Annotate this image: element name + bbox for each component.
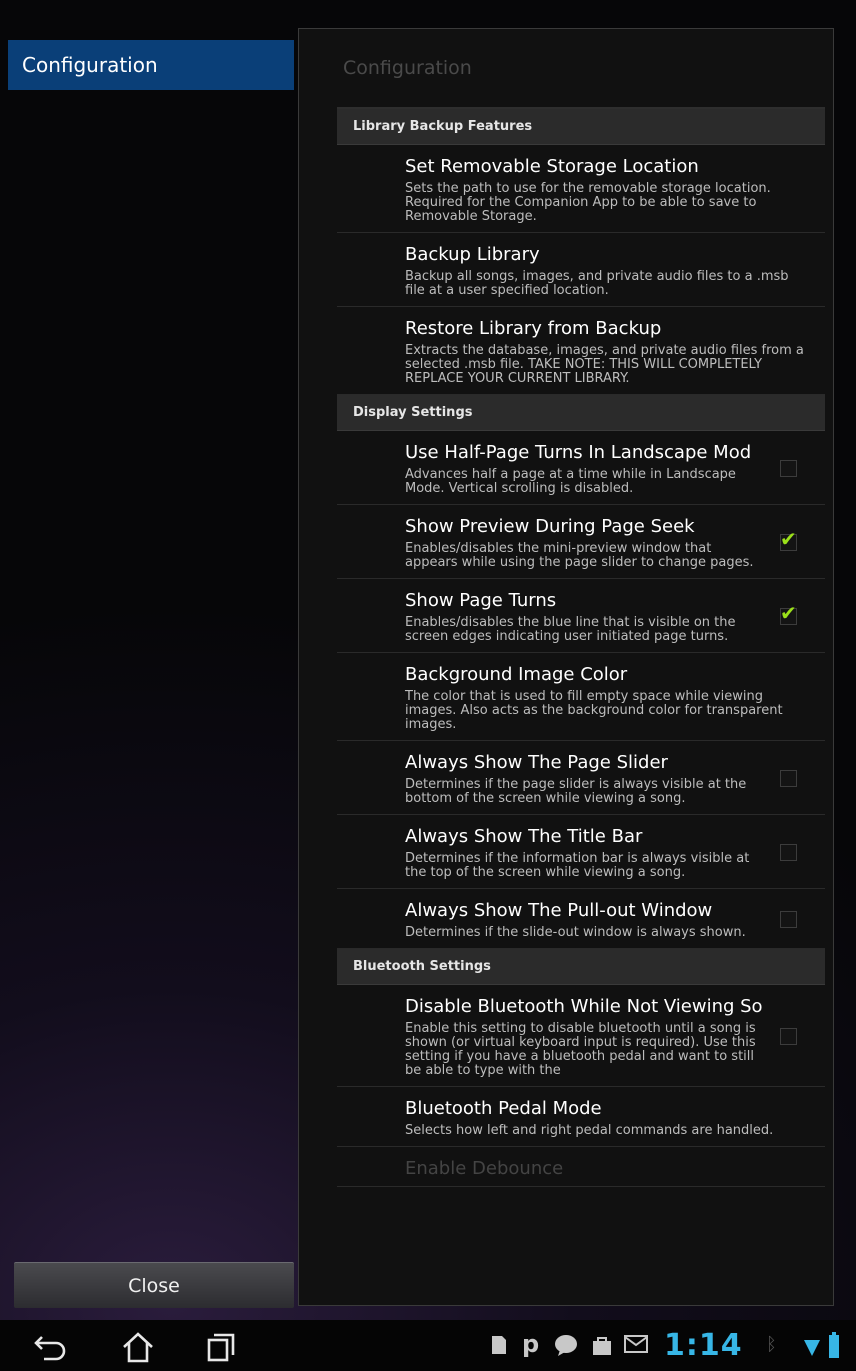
nav-item-configuration[interactable]: Configuration (8, 40, 294, 90)
pref-title: Always Show The Page Slider (405, 752, 668, 773)
section-header-bluetooth: Bluetooth Settings (337, 949, 825, 985)
checkmark-icon: ✔ (780, 600, 797, 625)
checkbox[interactable]: ✔ (780, 529, 797, 551)
clock: 1:14 (664, 1328, 743, 1363)
pref-disable-bluetooth[interactable]: Disable Bluetooth While Not Viewing So E… (337, 985, 825, 1087)
pref-always-show-title-bar[interactable]: Always Show The Title Bar Determines if … (337, 815, 825, 889)
screen: Configuration Close Configuration Librar… (0, 0, 856, 1371)
panel-title: Configuration (343, 57, 472, 79)
talk-icon (554, 1334, 578, 1361)
home-icon[interactable] (118, 1329, 158, 1365)
pref-half-page-turns[interactable]: Use Half-Page Turns In Landscape Mod Adv… (337, 431, 825, 505)
pref-summary: Determines if the page slider is always … (405, 777, 747, 806)
close-button[interactable]: Close (14, 1262, 294, 1308)
pref-show-page-turns[interactable]: Show Page Turns Enables/disables the blu… (337, 579, 825, 653)
pref-always-show-slider[interactable]: Always Show The Page Slider Determines i… (337, 741, 825, 815)
checkbox[interactable]: ✔ (780, 910, 797, 928)
pref-title: Set Removable Storage Location (405, 156, 699, 177)
pref-summary: Enable this setting to disable bluetooth… (405, 1021, 756, 1078)
pref-title: Enable Debounce (405, 1158, 564, 1179)
battery-icon (828, 1332, 840, 1363)
pref-summary: Enables/disables the blue line that is v… (405, 615, 736, 644)
pref-summary: Advances half a page at a time while in … (405, 467, 736, 496)
pref-title: Bluetooth Pedal Mode (405, 1098, 602, 1119)
pref-summary: Extracts the database, images, and priva… (405, 343, 804, 386)
p-icon: p (522, 1330, 540, 1358)
pref-summary: Enables/disables the mini-preview window… (405, 541, 754, 570)
pref-title: Always Show The Pull-out Window (405, 900, 713, 921)
pref-summary: Selects how left and right pedal command… (405, 1123, 774, 1138)
bluetooth-icon: ᛒ (766, 1334, 777, 1355)
pref-title: Always Show The Title Bar (405, 826, 643, 847)
pref-summary: The color that is used to fill empty spa… (405, 689, 783, 732)
pref-summary: Determines if the slide-out window is al… (405, 925, 746, 940)
settings-list[interactable]: Library Backup Features Set Removable St… (337, 109, 825, 1187)
left-pane: Configuration Close (8, 40, 294, 1310)
checkbox[interactable]: ✔ (780, 603, 797, 625)
pref-title: Show Page Turns (405, 590, 557, 611)
pref-title: Restore Library from Backup (405, 318, 662, 339)
back-icon[interactable] (30, 1329, 70, 1365)
gmail-icon (624, 1334, 648, 1359)
pref-title: Use Half-Page Turns In Landscape Mod (405, 442, 752, 463)
pref-enable-debounce[interactable]: Enable Debounce (337, 1147, 825, 1187)
pref-show-preview[interactable]: Show Preview During Page Seek Enables/di… (337, 505, 825, 579)
wifi-icon (804, 1334, 820, 1361)
pref-restore-library[interactable]: Restore Library from Backup Extracts the… (337, 307, 825, 395)
section-header-backup: Library Backup Features (337, 109, 825, 145)
checkbox[interactable]: ✔ (780, 459, 797, 477)
pref-set-removable-storage[interactable]: Set Removable Storage Location Sets the … (337, 145, 825, 233)
pref-title: Show Preview During Page Seek (405, 516, 695, 537)
checkbox[interactable]: ✔ (780, 843, 797, 861)
pref-summary: Determines if the information bar is alw… (405, 851, 750, 880)
pref-title: Background Image Color (405, 664, 628, 685)
pref-background-image-color[interactable]: Background Image Color The color that is… (337, 653, 825, 741)
bag-icon (592, 1334, 612, 1361)
section-header-display: Display Settings (337, 395, 825, 431)
pref-bluetooth-pedal-mode[interactable]: Bluetooth Pedal Mode Selects how left an… (337, 1087, 825, 1147)
pref-backup-library[interactable]: Backup Library Backup all songs, images,… (337, 233, 825, 307)
pref-always-show-pullout[interactable]: Always Show The Pull-out Window Determin… (337, 889, 825, 949)
sd-card-icon (490, 1334, 508, 1361)
pref-title: Backup Library (405, 244, 540, 265)
pref-title: Disable Bluetooth While Not Viewing So (405, 996, 763, 1017)
checkbox[interactable]: ✔ (780, 1027, 797, 1045)
pref-summary: Backup all songs, images, and private au… (405, 269, 789, 298)
checkmark-icon: ✔ (780, 526, 797, 551)
checkbox[interactable]: ✔ (780, 769, 797, 787)
system-navbar: p 1:14 ᛒ (0, 1320, 856, 1371)
settings-panel: Configuration Library Backup Features Se… (298, 28, 834, 1306)
recent-apps-icon[interactable] (200, 1329, 240, 1365)
pref-summary: Sets the path to use for the removable s… (405, 181, 771, 224)
